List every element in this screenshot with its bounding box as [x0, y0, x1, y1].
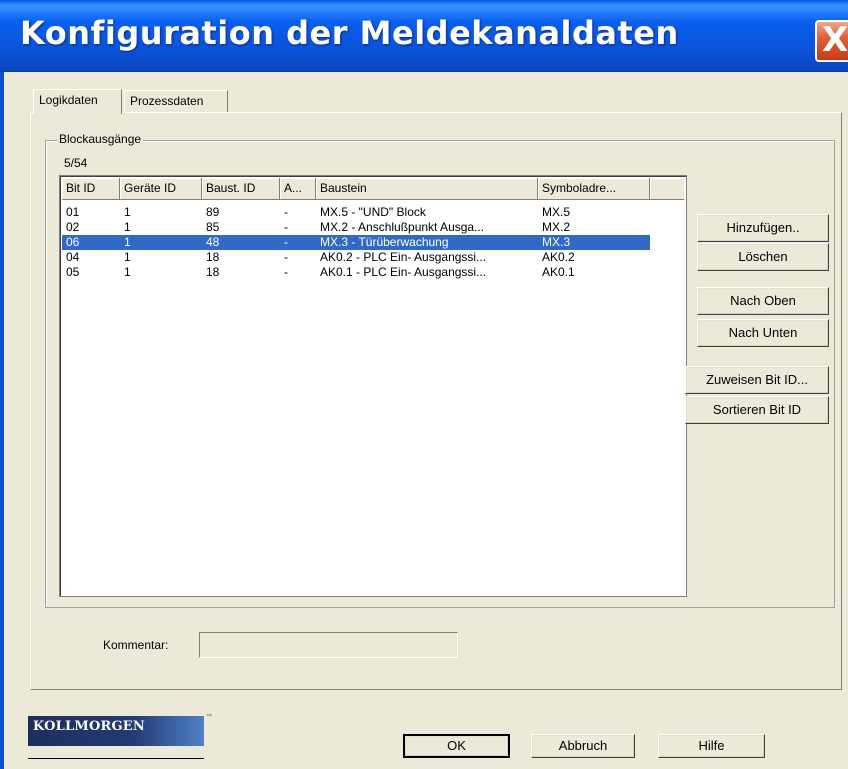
- assign-bit-id-button[interactable]: Zuweisen Bit ID...: [685, 366, 829, 394]
- cell-baust-id: 89: [206, 205, 220, 219]
- cell-baustein: MX.2 - Anschlußpunkt Ausga...: [320, 220, 485, 234]
- trademark-mark: ™: [206, 714, 212, 720]
- cell-geraete-id: 1: [124, 250, 131, 264]
- list-row-selected[interactable]: 06 1 48 - MX.3 - Türüberwachung MX.3: [62, 235, 650, 250]
- cell-bit-id: 01: [66, 205, 80, 219]
- delete-button[interactable]: Löschen: [697, 243, 829, 271]
- cell-geraete-id: 1: [124, 265, 131, 279]
- list-row[interactable]: 04 1 18 - AK0.2 - PLC Ein- Ausgangssi...…: [62, 250, 650, 265]
- list-header: Bit ID Geräte ID Baust. ID A... Baustein…: [62, 178, 684, 200]
- tab-label: Logikdaten: [39, 93, 98, 107]
- list-row[interactable]: 05 1 18 - AK0.1 - PLC Ein- Ausgangssi...…: [62, 265, 650, 280]
- cell-baust-id: 85: [206, 220, 220, 234]
- cell-baust-id: 48: [206, 235, 220, 249]
- cell-baustein: MX.5 - "UND" Block: [320, 205, 426, 219]
- column-header-bit-id[interactable]: Bit ID: [62, 178, 120, 200]
- add-button[interactable]: Hinzufügen..: [697, 214, 829, 242]
- cell-a: -: [284, 250, 288, 264]
- cell-geraete-id: 1: [124, 235, 131, 249]
- cell-geraete-id: 1: [124, 205, 131, 219]
- column-header-baustein[interactable]: Baustein: [316, 178, 538, 200]
- help-button[interactable]: Hilfe: [658, 734, 765, 758]
- close-icon: X: [822, 20, 848, 60]
- blockausgaenge-list[interactable]: Bit ID Geräte ID Baust. ID A... Baustein…: [59, 175, 687, 597]
- cell-bit-id: 05: [66, 265, 80, 279]
- cell-baust-id: 18: [206, 265, 220, 279]
- column-header-filler: [650, 178, 684, 200]
- cell-a: -: [284, 265, 288, 279]
- cell-a: -: [284, 220, 288, 234]
- group-legend: Blockausgänge: [57, 132, 144, 146]
- cell-a: -: [284, 235, 288, 249]
- tab-prozessdaten[interactable]: Prozessdaten: [124, 90, 228, 112]
- cell-symboladresse: AK0.1: [542, 265, 575, 279]
- move-up-button[interactable]: Nach Oben: [697, 287, 829, 315]
- logo-underline: [28, 758, 204, 759]
- list-row[interactable]: 02 1 85 - MX.2 - Anschlußpunkt Ausga... …: [62, 220, 650, 235]
- window-title: Konfiguration der Meldekanaldaten: [20, 14, 679, 52]
- cell-symboladresse: AK0.2: [542, 250, 575, 264]
- comment-input[interactable]: [199, 632, 458, 658]
- column-header-geraete-id[interactable]: Geräte ID: [120, 178, 202, 200]
- cell-bit-id: 04: [66, 250, 80, 264]
- cell-bit-id: 02: [66, 220, 80, 234]
- cell-baust-id: 18: [206, 250, 220, 264]
- move-down-button[interactable]: Nach Unten: [697, 319, 829, 347]
- cell-baustein: AK0.2 - PLC Ein- Ausgangssi...: [320, 250, 487, 264]
- list-row[interactable]: 01 1 89 - MX.5 - "UND" Block MX.5: [62, 205, 650, 220]
- cell-baustein: MX.3 - Türüberwachung: [320, 235, 449, 249]
- sort-bit-id-button[interactable]: Sortieren Bit ID: [685, 396, 829, 424]
- cell-baustein: AK0.1 - PLC Ein- Ausgangssi...: [320, 265, 487, 279]
- cell-symboladresse: MX.5: [542, 205, 571, 219]
- cell-bit-id: 06: [66, 235, 80, 249]
- entry-count: 5/54: [64, 156, 88, 170]
- cell-a: -: [284, 205, 288, 219]
- cancel-button[interactable]: Abbruch: [531, 734, 635, 758]
- column-header-symboladresse[interactable]: Symboladre...: [538, 178, 650, 200]
- tab-logikdaten[interactable]: Logikdaten: [33, 89, 122, 114]
- column-header-a[interactable]: A...: [280, 178, 316, 200]
- column-header-baust-id[interactable]: Baust. ID: [202, 178, 280, 200]
- kollmorgen-logo: KOLLMORGEN: [28, 716, 204, 746]
- cell-symboladresse: MX.2: [542, 220, 571, 234]
- window-frame-left: [0, 72, 4, 769]
- comment-label: Kommentar:: [103, 638, 169, 652]
- cell-geraete-id: 1: [124, 220, 131, 234]
- ok-button[interactable]: OK: [403, 734, 510, 758]
- title-bar: Konfiguration der Meldekanaldaten X: [0, 0, 848, 72]
- cell-symboladresse: MX.3: [542, 235, 571, 249]
- close-button[interactable]: X: [815, 20, 848, 62]
- tab-label: Prozessdaten: [130, 94, 204, 108]
